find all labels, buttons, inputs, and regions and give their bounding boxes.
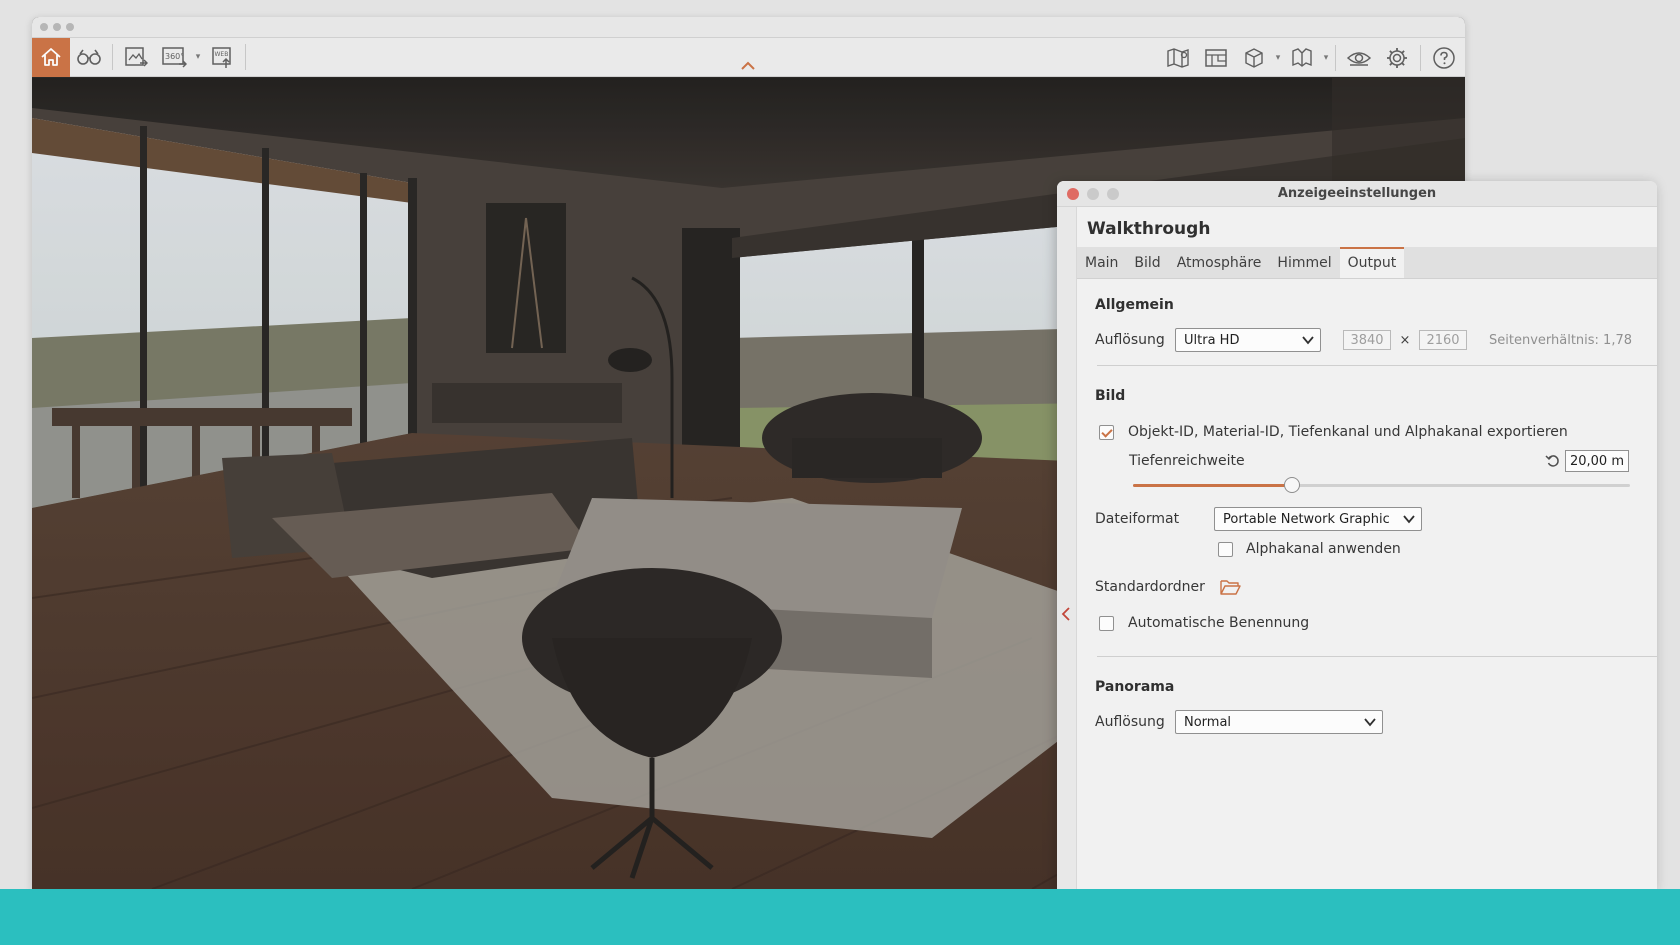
gear-icon[interactable]: [1378, 38, 1416, 77]
aspect-ratio-text: Seitenverhältnis: 1,78: [1489, 332, 1632, 348]
window-zoom-dot[interactable]: [66, 23, 74, 31]
resolution-select[interactable]: Ultra HD: [1175, 328, 1321, 352]
tab-main[interactable]: Main: [1077, 247, 1126, 278]
collapse-toolbar-icon[interactable]: [740, 60, 756, 72]
file-format-label: Dateiformat: [1095, 511, 1180, 527]
depth-range-row: Tiefenreichweite 20,00 m: [1095, 448, 1657, 474]
tab-atmosphaere[interactable]: Atmosphäre: [1169, 247, 1270, 278]
auto-naming-checkbox[interactable]: [1099, 615, 1114, 631]
panorama-resolution-value: Normal: [1184, 714, 1232, 730]
chevron-down-icon[interactable]: ▾: [1273, 38, 1283, 77]
window-close-dot[interactable]: [40, 23, 48, 31]
chevron-down-icon: [1302, 336, 1314, 345]
tab-bild[interactable]: Bild: [1126, 247, 1168, 278]
cube-icon[interactable]: [1235, 38, 1273, 77]
default-folder-row: Standardordner: [1095, 574, 1657, 600]
web-export-icon[interactable]: WEB: [203, 38, 241, 77]
chevron-down-icon: [1403, 515, 1415, 524]
panorama-resolution-select[interactable]: Normal: [1175, 710, 1383, 734]
display-settings-dialog: Anzeigeeinstellungen Walkthrough Main Bi…: [1057, 181, 1657, 889]
chevron-down-icon[interactable]: ▾: [193, 38, 203, 77]
main-toolbar: 360° ▾ WEB ▾ ▾: [32, 37, 1465, 77]
export-ids-checkbox[interactable]: [1099, 424, 1114, 440]
times-symbol: ×: [1399, 332, 1411, 348]
toolbar-divider: [1420, 44, 1421, 71]
default-folder-label: Standardordner: [1095, 579, 1205, 595]
window-titlebar: [32, 17, 1465, 38]
chevron-down-icon[interactable]: ▾: [1321, 38, 1331, 77]
book-icon[interactable]: [1283, 38, 1321, 77]
tab-himmel[interactable]: Himmel: [1269, 247, 1339, 278]
resolution-row: Auflösung Ultra HD 3840 × 2160 Seitenver…: [1095, 327, 1657, 353]
file-format-row: Dateiformat Portable Network Graphic: [1095, 506, 1657, 532]
section-title: Panorama: [1095, 679, 1175, 695]
home-icon[interactable]: [32, 37, 70, 77]
window-minimize-dot[interactable]: [53, 23, 61, 31]
panorama-resolution-row: Auflösung Normal: [1095, 709, 1657, 735]
toolbar-right-group: ▾ ▾: [1159, 38, 1463, 77]
alpha-label: Alphakanal anwenden: [1246, 541, 1401, 557]
depth-range-label: Tiefenreichweite: [1129, 453, 1245, 469]
depth-slider[interactable]: [1133, 477, 1630, 493]
width-field[interactable]: 3840: [1343, 330, 1391, 350]
alpha-row: Alphakanal anwenden: [1095, 538, 1657, 560]
resolution-label: Auflösung: [1095, 332, 1165, 348]
eye-icon[interactable]: [1340, 38, 1378, 77]
depth-slider-row: [1095, 474, 1657, 498]
depth-slider-fill: [1133, 484, 1293, 487]
tab-output[interactable]: Output: [1339, 247, 1405, 278]
svg-text:WEB: WEB: [215, 51, 229, 58]
depth-slider-thumb[interactable]: [1284, 477, 1301, 493]
height-field[interactable]: 2160: [1419, 330, 1467, 350]
export-ids-label: Objekt-ID, Material-ID, Tiefenkanal und …: [1128, 424, 1568, 440]
section-bild: Bild Objekt-ID, Material-ID, Tiefenkanal…: [1077, 366, 1657, 656]
dialog-titlebar: Anzeigeeinstellungen: [1057, 181, 1657, 207]
svg-text:360°: 360°: [165, 52, 184, 61]
section-allgemein: Allgemein Auflösung Ultra HD 3840 × 2160…: [1077, 279, 1657, 366]
floorplan-icon[interactable]: [1197, 38, 1235, 77]
resolution-select-value: Ultra HD: [1184, 332, 1240, 348]
file-format-value: Portable Network Graphic: [1223, 511, 1390, 527]
section-panorama: Panorama Auflösung Normal: [1077, 657, 1657, 735]
map-icon[interactable]: [1159, 38, 1197, 77]
dialog-heading: Walkthrough: [1087, 219, 1211, 239]
tab-bar: Main Bild Atmosphäre Himmel Output: [1077, 247, 1657, 279]
toolbar-divider: [112, 44, 113, 70]
toolbar-divider: [245, 44, 246, 70]
depth-range-input[interactable]: 20,00 m: [1565, 450, 1629, 472]
export-ids-row: Objekt-ID, Material-ID, Tiefenkanal und …: [1095, 422, 1657, 442]
panorama-resolution-label: Auflösung: [1095, 714, 1165, 730]
section-title: Bild: [1095, 388, 1126, 404]
chevron-down-icon: [1364, 718, 1376, 727]
dialog-body: Walkthrough Main Bild Atmosphäre Himmel …: [1077, 207, 1657, 889]
dialog-collapse-strip[interactable]: [1057, 207, 1077, 889]
binoculars-icon[interactable]: [70, 38, 108, 77]
folder-icon[interactable]: [1219, 578, 1241, 596]
alpha-checkbox[interactable]: [1218, 541, 1233, 557]
panorama-360-icon[interactable]: 360°: [155, 38, 193, 77]
reset-icon[interactable]: [1545, 454, 1561, 468]
help-icon[interactable]: [1425, 38, 1463, 77]
dialog-title: Anzeigeeinstellungen: [1277, 186, 1437, 201]
file-format-select[interactable]: Portable Network Graphic: [1214, 507, 1422, 531]
section-title: Allgemein: [1095, 297, 1174, 313]
image-export-icon[interactable]: [117, 38, 155, 77]
auto-naming-row: Automatische Benennung: [1095, 612, 1657, 634]
auto-naming-label: Automatische Benennung: [1128, 615, 1310, 631]
bottom-accent-band: [0, 889, 1680, 945]
chevron-left-icon[interactable]: [1061, 607, 1071, 621]
toolbar-divider: [1335, 44, 1336, 71]
